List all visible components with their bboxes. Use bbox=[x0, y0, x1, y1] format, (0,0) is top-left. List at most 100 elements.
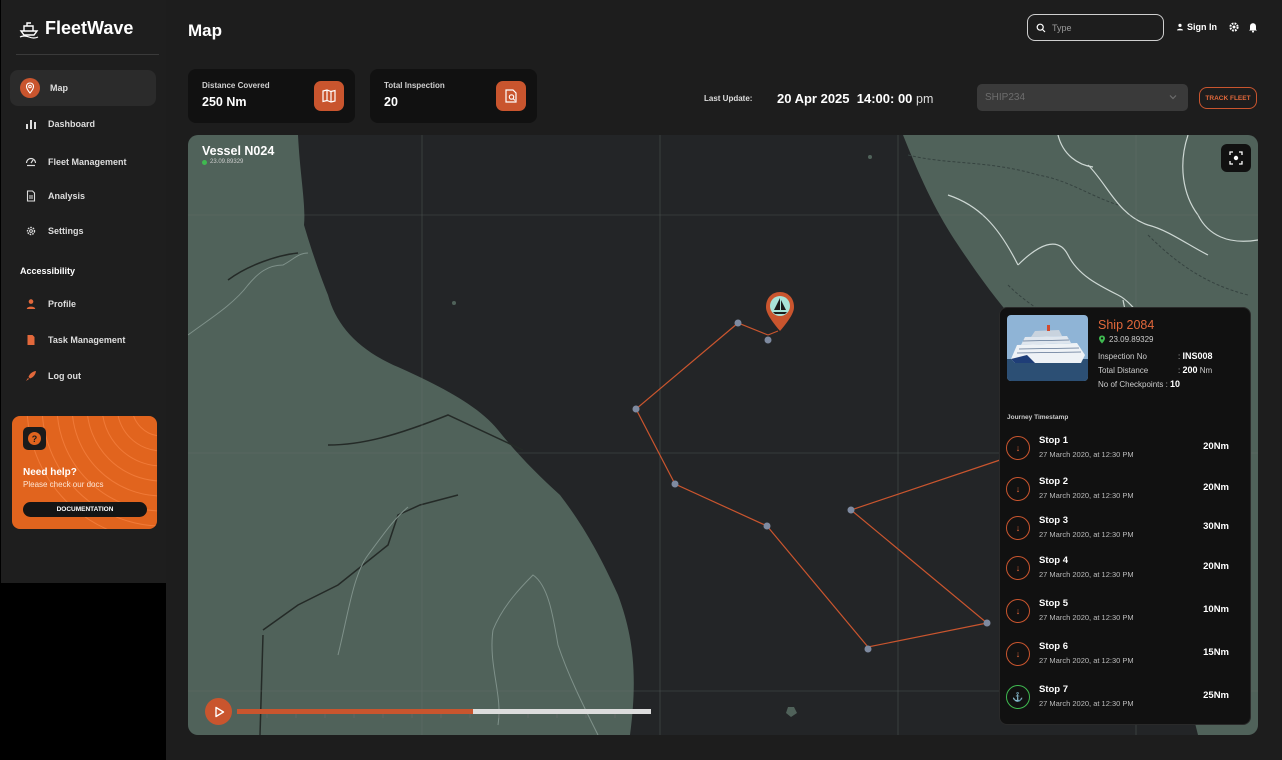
nav-label: Profile bbox=[48, 299, 77, 309]
last-update-ampm: pm bbox=[916, 92, 934, 106]
arrow-down-icon: ↓ bbox=[1006, 642, 1030, 666]
stop-name: Stop 5 bbox=[1039, 598, 1069, 609]
sign-in-button[interactable]: Sign In bbox=[1176, 22, 1217, 32]
ship-logo-icon bbox=[19, 21, 39, 39]
arrow-down-icon: ↓ bbox=[1006, 556, 1030, 580]
ship-name: Ship 2084 bbox=[1098, 318, 1155, 332]
stop-item[interactable]: ↓ Stop 6 27 March 2020, at 12:30 PM 15Nm bbox=[1006, 635, 1241, 675]
app-name: FleetWave bbox=[45, 18, 134, 38]
nav-item-dashboard[interactable]: Dashboard bbox=[10, 106, 156, 142]
divider bbox=[16, 54, 159, 55]
last-update-label: Last Update: bbox=[704, 94, 753, 103]
nav-label: Settings bbox=[48, 226, 84, 236]
ship-image bbox=[1007, 315, 1088, 381]
chevron-down-icon bbox=[1169, 95, 1177, 100]
last-update-time: 14:00: 00 bbox=[856, 91, 913, 106]
ship-coord: 23.09.89329 bbox=[1098, 335, 1154, 344]
stop-item[interactable]: ↓ Stop 4 27 March 2020, at 12:30 PM 20Nm bbox=[1006, 549, 1241, 589]
ship-marker-icon[interactable] bbox=[766, 292, 794, 331]
stop-item[interactable]: ↓ Stop 3 27 March 2020, at 12:30 PM 30Nm bbox=[1006, 509, 1241, 549]
stop-time: 27 March 2020, at 12:30 PM bbox=[1039, 699, 1134, 708]
stop-name: Stop 2 bbox=[1039, 476, 1069, 487]
stop-distance: 30Nm bbox=[1203, 521, 1229, 532]
nav-item-fleet-management[interactable]: Fleet Management bbox=[10, 144, 156, 180]
timeline-slider[interactable] bbox=[237, 709, 651, 718]
focus-icon[interactable] bbox=[1221, 144, 1251, 172]
stop-item[interactable]: ↓ Stop 2 27 March 2020, at 12:30 PM 20Nm bbox=[1006, 470, 1241, 510]
stop-distance: 20Nm bbox=[1203, 482, 1229, 493]
stop-name: Stop 7 bbox=[1039, 684, 1069, 695]
vessel-coord-text: 23.09.89329 bbox=[210, 159, 244, 165]
nav-item-task-management[interactable]: Task Management bbox=[10, 322, 156, 358]
sidebar-footer-blank bbox=[1, 583, 166, 727]
search-icon bbox=[1036, 23, 1046, 32]
stop-time: 27 March 2020, at 12:30 PM bbox=[1039, 570, 1134, 579]
inspection-icon bbox=[496, 81, 526, 111]
arrow-down-icon: ↓ bbox=[1006, 599, 1030, 623]
user-icon bbox=[24, 297, 38, 311]
nav-label: Analysis bbox=[48, 191, 86, 201]
documentation-button[interactable]: DOCUMENTATION bbox=[23, 502, 147, 517]
search-box[interactable] bbox=[1027, 14, 1164, 41]
stop-item[interactable]: ↓ Stop 5 27 March 2020, at 12:30 PM 10Nm bbox=[1006, 592, 1241, 632]
stop-item[interactable]: ⚓ Stop 7 27 March 2020, at 12:30 PM 25Nm bbox=[1006, 678, 1241, 718]
status-dot-icon bbox=[202, 159, 207, 165]
nav-label: Log out bbox=[48, 371, 81, 381]
nav-item-settings[interactable]: Settings bbox=[10, 213, 156, 249]
ship-coord-text: 23.09.89329 bbox=[1109, 335, 1154, 344]
anchor-icon: ⚓ bbox=[1006, 685, 1030, 709]
help-title: Need help? bbox=[23, 467, 77, 478]
stop-time: 27 March 2020, at 12:30 PM bbox=[1039, 656, 1134, 665]
arrow-down-icon: ↓ bbox=[1006, 477, 1030, 501]
timeline-ticks bbox=[266, 714, 616, 718]
nav-item-log-out[interactable]: Log out bbox=[10, 358, 156, 394]
document-icon bbox=[24, 189, 38, 203]
nav-label: Fleet Management bbox=[48, 157, 127, 167]
stop-time: 27 March 2020, at 12:30 PM bbox=[1039, 450, 1134, 459]
stat-card-distance: Distance Covered 250 Nm bbox=[188, 69, 355, 123]
nav-item-analysis[interactable]: Analysis bbox=[10, 178, 156, 214]
location-pin-icon bbox=[1099, 335, 1105, 344]
stop-time: 27 March 2020, at 12:30 PM bbox=[1039, 613, 1134, 622]
route-checkpoints[interactable] bbox=[632, 319, 991, 653]
map-icon bbox=[314, 81, 344, 111]
question-icon: ? bbox=[23, 427, 46, 450]
last-update-value: 20 Apr 2025 14:00: 00 pm bbox=[777, 91, 933, 106]
stop-distance: 20Nm bbox=[1203, 441, 1229, 452]
stop-name: Stop 6 bbox=[1039, 641, 1069, 652]
stop-item[interactable]: ↓ Stop 1 27 March 2020, at 12:30 PM 20Nm bbox=[1006, 429, 1241, 469]
stat-card-inspection: Total Inspection 20 bbox=[370, 69, 537, 123]
stop-distance: 10Nm bbox=[1203, 604, 1229, 615]
rocket-icon bbox=[24, 369, 38, 383]
distance-row: Total Distance: 200 Nm bbox=[1098, 365, 1213, 375]
nav-item-profile[interactable]: Profile bbox=[10, 286, 156, 322]
ship-select[interactable]: SHIP234 bbox=[977, 84, 1188, 111]
gear-icon bbox=[24, 224, 38, 238]
arrow-down-icon: ↓ bbox=[1006, 516, 1030, 540]
nav-label: Task Management bbox=[48, 335, 126, 345]
app-logo[interactable]: FleetWave bbox=[19, 18, 133, 39]
fleet-icon bbox=[24, 155, 38, 169]
stat-value: 250 Nm bbox=[202, 95, 247, 109]
stop-distance: 15Nm bbox=[1203, 647, 1229, 658]
route-line bbox=[635, 322, 1001, 648]
search-input[interactable] bbox=[1052, 22, 1152, 33]
journey-heading: Journey Timestamp bbox=[1007, 414, 1069, 421]
last-update-date: 20 Apr 2025 bbox=[777, 91, 850, 106]
play-button[interactable] bbox=[205, 698, 232, 725]
checkpoints-row: No of Checkpoints : 10 bbox=[1098, 379, 1181, 389]
bell-icon[interactable] bbox=[1247, 21, 1259, 33]
stop-time: 27 March 2020, at 12:30 PM bbox=[1039, 491, 1134, 500]
sidebar: FleetWave Map Dashboard Fleet Management… bbox=[0, 0, 166, 760]
stat-value: 20 bbox=[384, 95, 398, 109]
stop-name: Stop 4 bbox=[1039, 555, 1069, 566]
nav-label: Map bbox=[50, 83, 68, 93]
gear-icon[interactable] bbox=[1228, 21, 1240, 33]
file-icon bbox=[24, 333, 38, 347]
bar-chart-icon bbox=[24, 117, 38, 131]
stop-distance: 25Nm bbox=[1203, 690, 1229, 701]
nav-item-map[interactable]: Map bbox=[10, 70, 156, 106]
track-fleet-button[interactable]: TRACK FLEET bbox=[1199, 87, 1257, 109]
ship-select-value: SHIP234 bbox=[985, 92, 1026, 103]
stop-name: Stop 1 bbox=[1039, 435, 1069, 446]
